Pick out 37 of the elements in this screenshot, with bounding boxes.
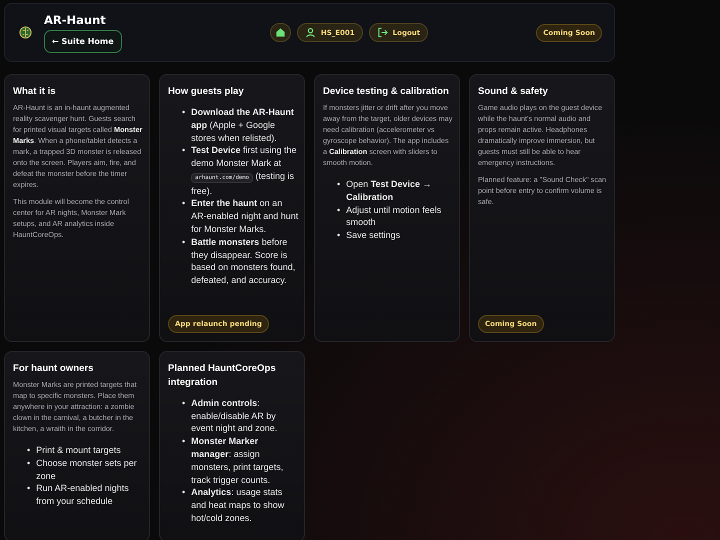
card-title: How guests play (168, 85, 244, 99)
home-icon (274, 27, 286, 38)
bullet-marker: • (182, 197, 186, 210)
card-title: Device testing & calibration (323, 85, 449, 99)
app-title: AR-Haunt (44, 12, 106, 26)
bullet-item: Print & mount targets (36, 444, 121, 457)
bullet-item: Choose monster sets per zone (36, 456, 138, 482)
bullet-marker: • (182, 486, 186, 500)
card-title: For haunt owners (13, 362, 94, 376)
bullet-marker: • (27, 482, 30, 496)
bullet-item: Run AR-enabled nights from your schedule (36, 482, 130, 508)
bullet-marker: • (27, 456, 30, 470)
bullet-item: Download the AR-Haunt app (Apple + Google stores when relisted). (191, 106, 295, 144)
bullet-item: Admin controls: enable/disable AR by event night and zone. (191, 396, 278, 436)
user-icon (304, 27, 316, 38)
bullet-marker: • (182, 435, 186, 448)
bullet-item: Save settings (346, 229, 400, 242)
bullet-marker: • (337, 229, 340, 242)
bullet-marker: • (182, 106, 186, 119)
bullet-item: Analytics: usage stats and heat maps to show hot/cold zones. (191, 486, 286, 525)
home-button[interactable] (270, 23, 291, 42)
bullet-item: Enter the haunt on an AR-enabled night and hunt for Monster Marks. (191, 197, 299, 236)
bullet-item: Adjust until motion feels smooth (346, 204, 442, 230)
card-title: Planned HauntCoreOps integration (168, 362, 277, 390)
card-title: What it is (13, 85, 56, 99)
bullet-item: Battle monsters before they disappear. Score is based on monsters found, defeated, and accuracy. (191, 236, 296, 288)
logout-icon (376, 27, 388, 38)
suite-home-button[interactable]: ← Suite Home (44, 30, 122, 52)
bullet-marker: • (337, 204, 340, 216)
bullet-marker: • (182, 396, 186, 410)
bullet-marker: • (182, 144, 186, 158)
bullet-item: Monster Marker manager: assign monsters, print targets, track trigger counts. (191, 435, 284, 486)
bullet-marker: • (337, 178, 340, 191)
bullet-item: Open Test Device → Calibration (346, 178, 433, 204)
card-title: Sound & safety (478, 85, 548, 99)
bullet-marker: • (182, 236, 186, 249)
bullet-marker: • (27, 444, 30, 457)
